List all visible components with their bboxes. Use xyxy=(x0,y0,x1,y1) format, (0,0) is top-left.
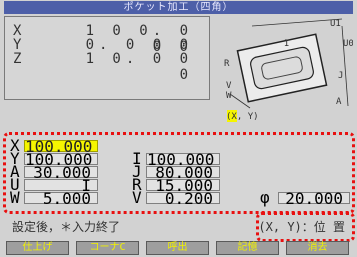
label-v: V xyxy=(226,81,232,91)
softkey-finish[interactable]: 仕上げ xyxy=(6,241,69,255)
position-display: X 1 0 0. 0 0 0 Y 0. 0 0 0 Z 1 0. 0 0 0 xyxy=(4,16,210,100)
label-u1: U1 xyxy=(330,19,341,29)
highlight-box-hint xyxy=(256,212,355,242)
highlight-box-params xyxy=(3,132,355,214)
axis-label: Z xyxy=(13,51,22,67)
label-r: R xyxy=(224,59,230,69)
label-w: W xyxy=(226,91,232,101)
softkey-bar: 仕上げ コーナC 呼出 記憶 消去 xyxy=(4,241,353,256)
label-a: A xyxy=(336,97,342,107)
input-prompt: 設定後，＊入力終了 xyxy=(12,220,121,234)
label-i: I xyxy=(284,39,289,49)
label-j: J xyxy=(338,71,343,81)
softkey-memory[interactable]: 記憶 xyxy=(216,241,279,255)
pocket-diagram: U1 U0 R V W I J A (X, Y) xyxy=(212,16,353,136)
softkey-recall[interactable]: 呼出 xyxy=(146,241,209,255)
cnc-screen: ポケット加工（四角） X 1 0 0. 0 0 0 Y 0. 0 0 0 Z 1… xyxy=(0,0,357,257)
screen-title: ポケット加工（四角） xyxy=(4,1,353,14)
label-x: (X, Y) xyxy=(226,112,259,122)
softkey-corner-c[interactable]: コーナC xyxy=(76,241,139,255)
label-u0: U0 xyxy=(343,39,353,49)
softkey-delete[interactable]: 消去 xyxy=(286,241,349,255)
axis-value: 1 0. 0 0 0 xyxy=(85,51,193,83)
